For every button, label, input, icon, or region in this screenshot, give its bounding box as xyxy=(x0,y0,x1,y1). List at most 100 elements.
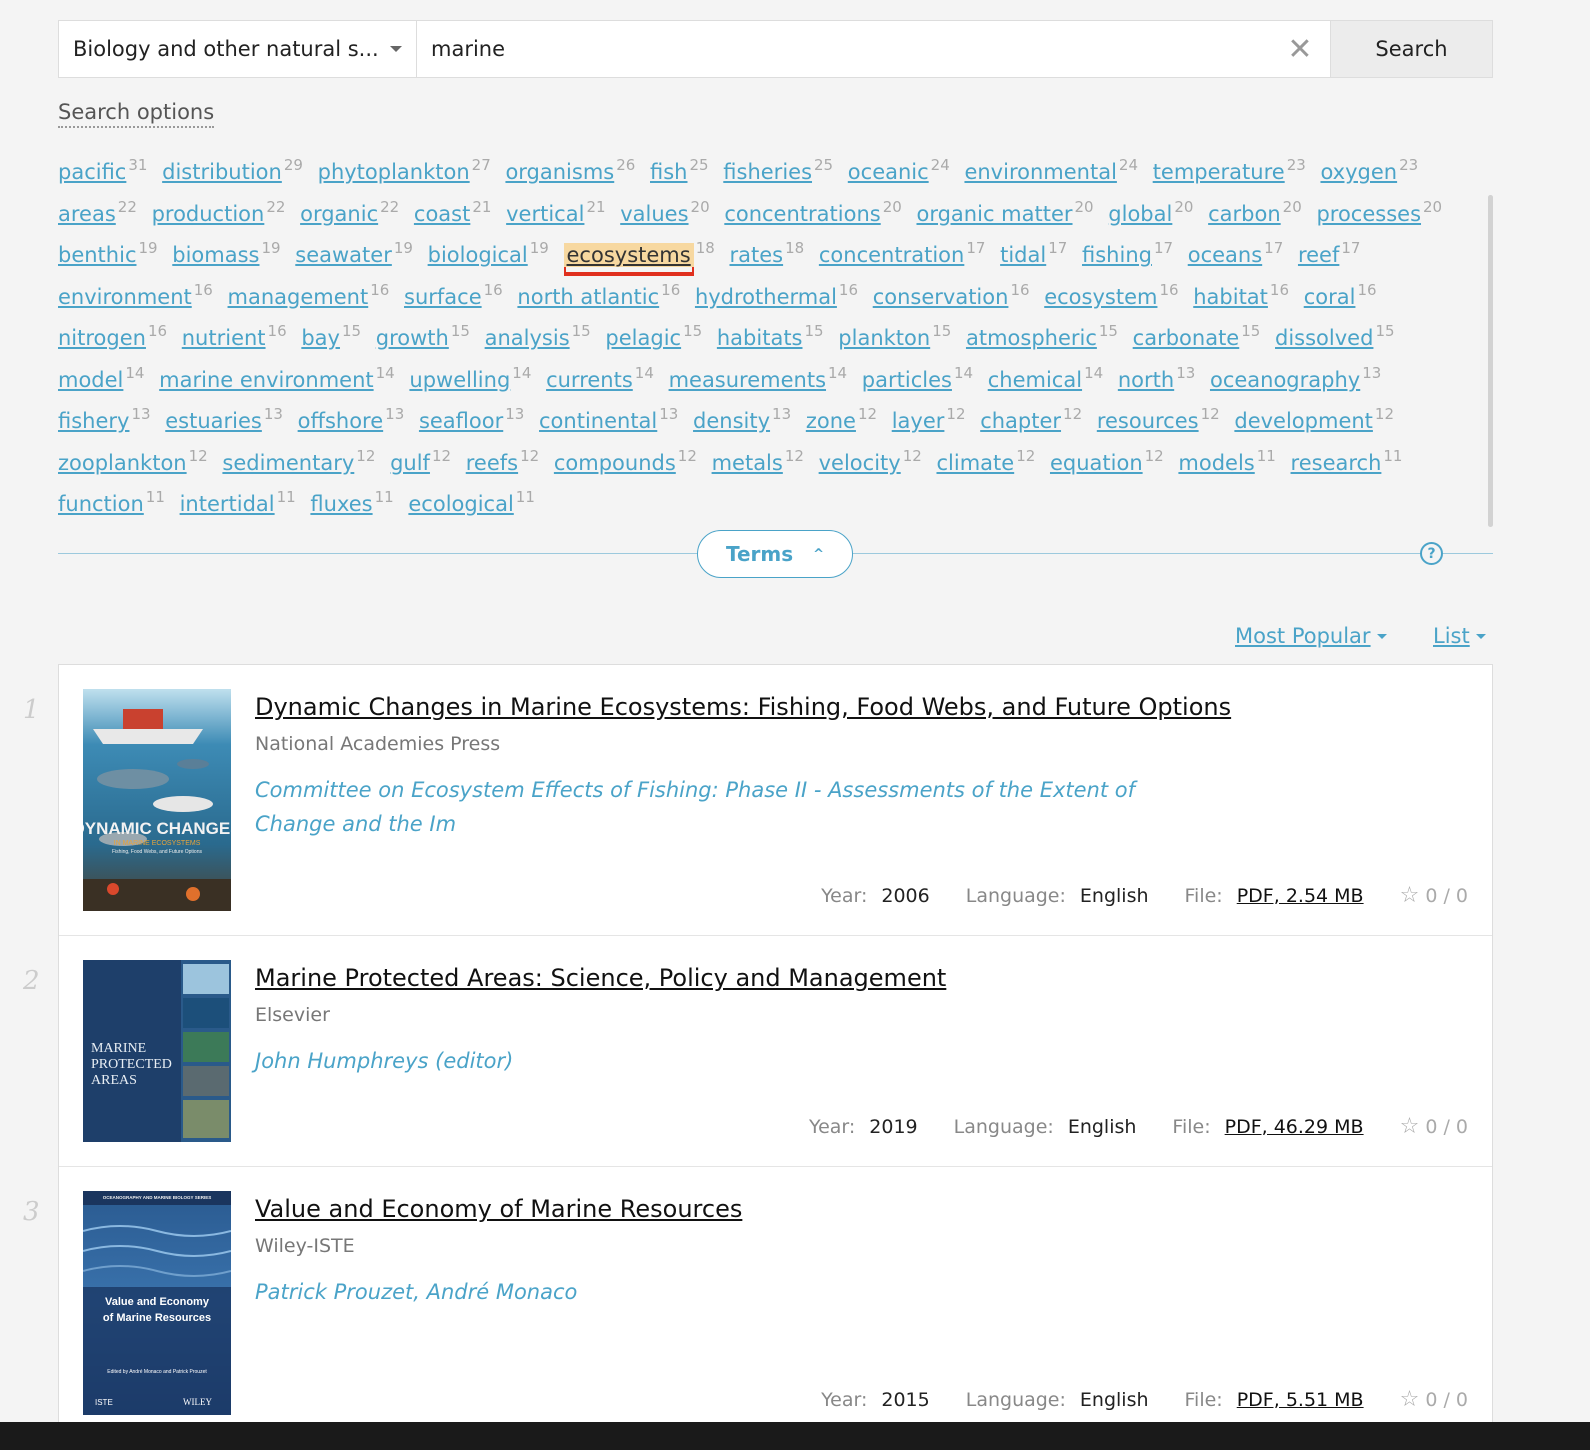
term-link[interactable]: offshore xyxy=(298,409,384,433)
term-link[interactable]: seafloor xyxy=(419,409,503,433)
term-link[interactable]: temperature xyxy=(1153,160,1285,184)
terms-toggle-button[interactable]: Terms ^ xyxy=(697,530,853,578)
term-link[interactable]: fish xyxy=(650,160,687,184)
term-link[interactable]: environment xyxy=(58,285,192,309)
term-link[interactable]: upwelling xyxy=(409,368,510,392)
term-link[interactable]: nutrient xyxy=(182,326,266,350)
result-title[interactable]: Value and Economy of Marine Resources xyxy=(255,1195,742,1223)
term-link[interactable]: management xyxy=(228,285,369,309)
view-dropdown[interactable]: List xyxy=(1433,624,1486,648)
term-link[interactable]: seawater xyxy=(295,243,392,267)
term-link[interactable]: north xyxy=(1118,368,1174,392)
term-link[interactable]: plankton xyxy=(838,326,930,350)
file-link[interactable]: PDF, 2.54 MB xyxy=(1237,885,1364,907)
term-link[interactable]: estuaries xyxy=(165,409,262,433)
term-link[interactable]: carbon xyxy=(1208,202,1281,226)
term-link[interactable]: ecosystem xyxy=(1044,285,1157,309)
term-link[interactable]: metals xyxy=(712,451,783,475)
term-link[interactable]: function xyxy=(58,492,144,516)
term-link[interactable]: ecosystems xyxy=(563,243,694,267)
term-link[interactable]: layer xyxy=(892,409,945,433)
term-link[interactable]: sedimentary xyxy=(222,451,354,475)
term-link[interactable]: oceanic xyxy=(848,160,929,184)
sort-dropdown[interactable]: Most Popular xyxy=(1235,624,1387,648)
term-link[interactable]: development xyxy=(1234,409,1373,433)
term-link[interactable]: organic xyxy=(300,202,378,226)
term-link[interactable]: organisms xyxy=(505,160,614,184)
term-link[interactable]: continental xyxy=(539,409,657,433)
term-link[interactable]: hydrothermal xyxy=(695,285,837,309)
term-link[interactable]: north atlantic xyxy=(517,285,659,309)
term-link[interactable]: phytoplankton xyxy=(318,160,470,184)
term-link[interactable]: values xyxy=(620,202,688,226)
term-link[interactable]: areas xyxy=(58,202,116,226)
term-link[interactable]: organic matter xyxy=(916,202,1072,226)
result-title[interactable]: Marine Protected Areas: Science, Policy … xyxy=(255,964,946,992)
term-link[interactable]: benthic xyxy=(58,243,136,267)
search-options-link[interactable]: Search options xyxy=(58,100,215,128)
book-cover[interactable]: OCEANOGRAPHY AND MARINE BIOLOGY SERIES V… xyxy=(83,1191,231,1415)
term-link[interactable]: rates xyxy=(729,243,783,267)
term-link[interactable]: research xyxy=(1291,451,1382,475)
term-link[interactable]: dissolved xyxy=(1275,326,1373,350)
star-icon[interactable]: ☆ xyxy=(1400,1387,1420,1412)
term-link[interactable]: growth xyxy=(376,326,449,350)
search-button[interactable]: Search xyxy=(1330,21,1492,77)
term-link[interactable]: analysis xyxy=(485,326,570,350)
term-link[interactable]: coast xyxy=(414,202,470,226)
term-link[interactable]: vertical xyxy=(506,202,584,226)
term-link[interactable]: oxygen xyxy=(1320,160,1397,184)
term-link[interactable]: environmental xyxy=(964,160,1116,184)
term-link[interactable]: gulf xyxy=(390,451,430,475)
term-link[interactable]: models xyxy=(1178,451,1254,475)
term-link[interactable]: currents xyxy=(546,368,633,392)
term-link[interactable]: pelagic xyxy=(605,326,681,350)
term-link[interactable]: ecological xyxy=(408,492,513,516)
result-authors[interactable]: Committee on Ecosystem Effects of Fishin… xyxy=(255,773,1215,841)
term-link[interactable]: compounds xyxy=(554,451,676,475)
terms-scrollbar[interactable] xyxy=(1488,195,1493,527)
term-link[interactable]: equation xyxy=(1050,451,1143,475)
term-link[interactable]: habitat xyxy=(1193,285,1268,309)
term-link[interactable]: zooplankton xyxy=(58,451,187,475)
term-link[interactable]: velocity xyxy=(819,451,901,475)
term-link[interactable]: carbonate xyxy=(1133,326,1240,350)
file-link[interactable]: PDF, 5.51 MB xyxy=(1237,1389,1364,1411)
file-link[interactable]: PDF, 46.29 MB xyxy=(1225,1116,1364,1138)
term-link[interactable]: concentrations xyxy=(724,202,880,226)
term-link[interactable]: bay xyxy=(301,326,340,350)
term-link[interactable]: fishery xyxy=(58,409,129,433)
term-link[interactable]: marine environment xyxy=(159,368,373,392)
term-link[interactable]: particles xyxy=(862,368,952,392)
term-link[interactable]: conservation xyxy=(873,285,1009,309)
term-link[interactable]: biological xyxy=(428,243,528,267)
term-link[interactable]: processes xyxy=(1316,202,1421,226)
term-link[interactable]: pacific xyxy=(58,160,126,184)
term-link[interactable]: reef xyxy=(1298,243,1339,267)
category-select[interactable]: Biology and other natural s... xyxy=(59,21,417,77)
close-icon[interactable]: ✕ xyxy=(1270,21,1330,77)
term-link[interactable]: coral xyxy=(1304,285,1356,309)
term-link[interactable]: zone xyxy=(806,409,856,433)
term-link[interactable]: fisheries xyxy=(723,160,812,184)
terms-scrollbar-thumb[interactable] xyxy=(1488,195,1493,527)
term-link[interactable]: oceans xyxy=(1188,243,1262,267)
result-authors[interactable]: John Humphreys (editor) xyxy=(255,1044,1215,1078)
help-icon[interactable]: ? xyxy=(1420,542,1443,565)
term-link[interactable]: measurements xyxy=(669,368,826,392)
term-link[interactable]: oceanography xyxy=(1210,368,1360,392)
term-link[interactable]: chapter xyxy=(980,409,1061,433)
star-icon[interactable]: ☆ xyxy=(1400,883,1420,908)
result-title[interactable]: Dynamic Changes in Marine Ecosystems: Fi… xyxy=(255,693,1231,721)
term-link[interactable]: tidal xyxy=(1000,243,1046,267)
term-link[interactable]: global xyxy=(1108,202,1172,226)
term-link[interactable]: model xyxy=(58,368,123,392)
term-link[interactable]: intertidal xyxy=(180,492,275,516)
term-link[interactable]: resources xyxy=(1097,409,1199,433)
term-link[interactable]: fishing xyxy=(1082,243,1152,267)
term-link[interactable]: surface xyxy=(404,285,482,309)
book-cover[interactable]: MARINE PROTECTED AREAS xyxy=(83,960,231,1142)
term-link[interactable]: reefs xyxy=(466,451,518,475)
term-link[interactable]: density xyxy=(693,409,770,433)
term-link[interactable]: fluxes xyxy=(310,492,372,516)
